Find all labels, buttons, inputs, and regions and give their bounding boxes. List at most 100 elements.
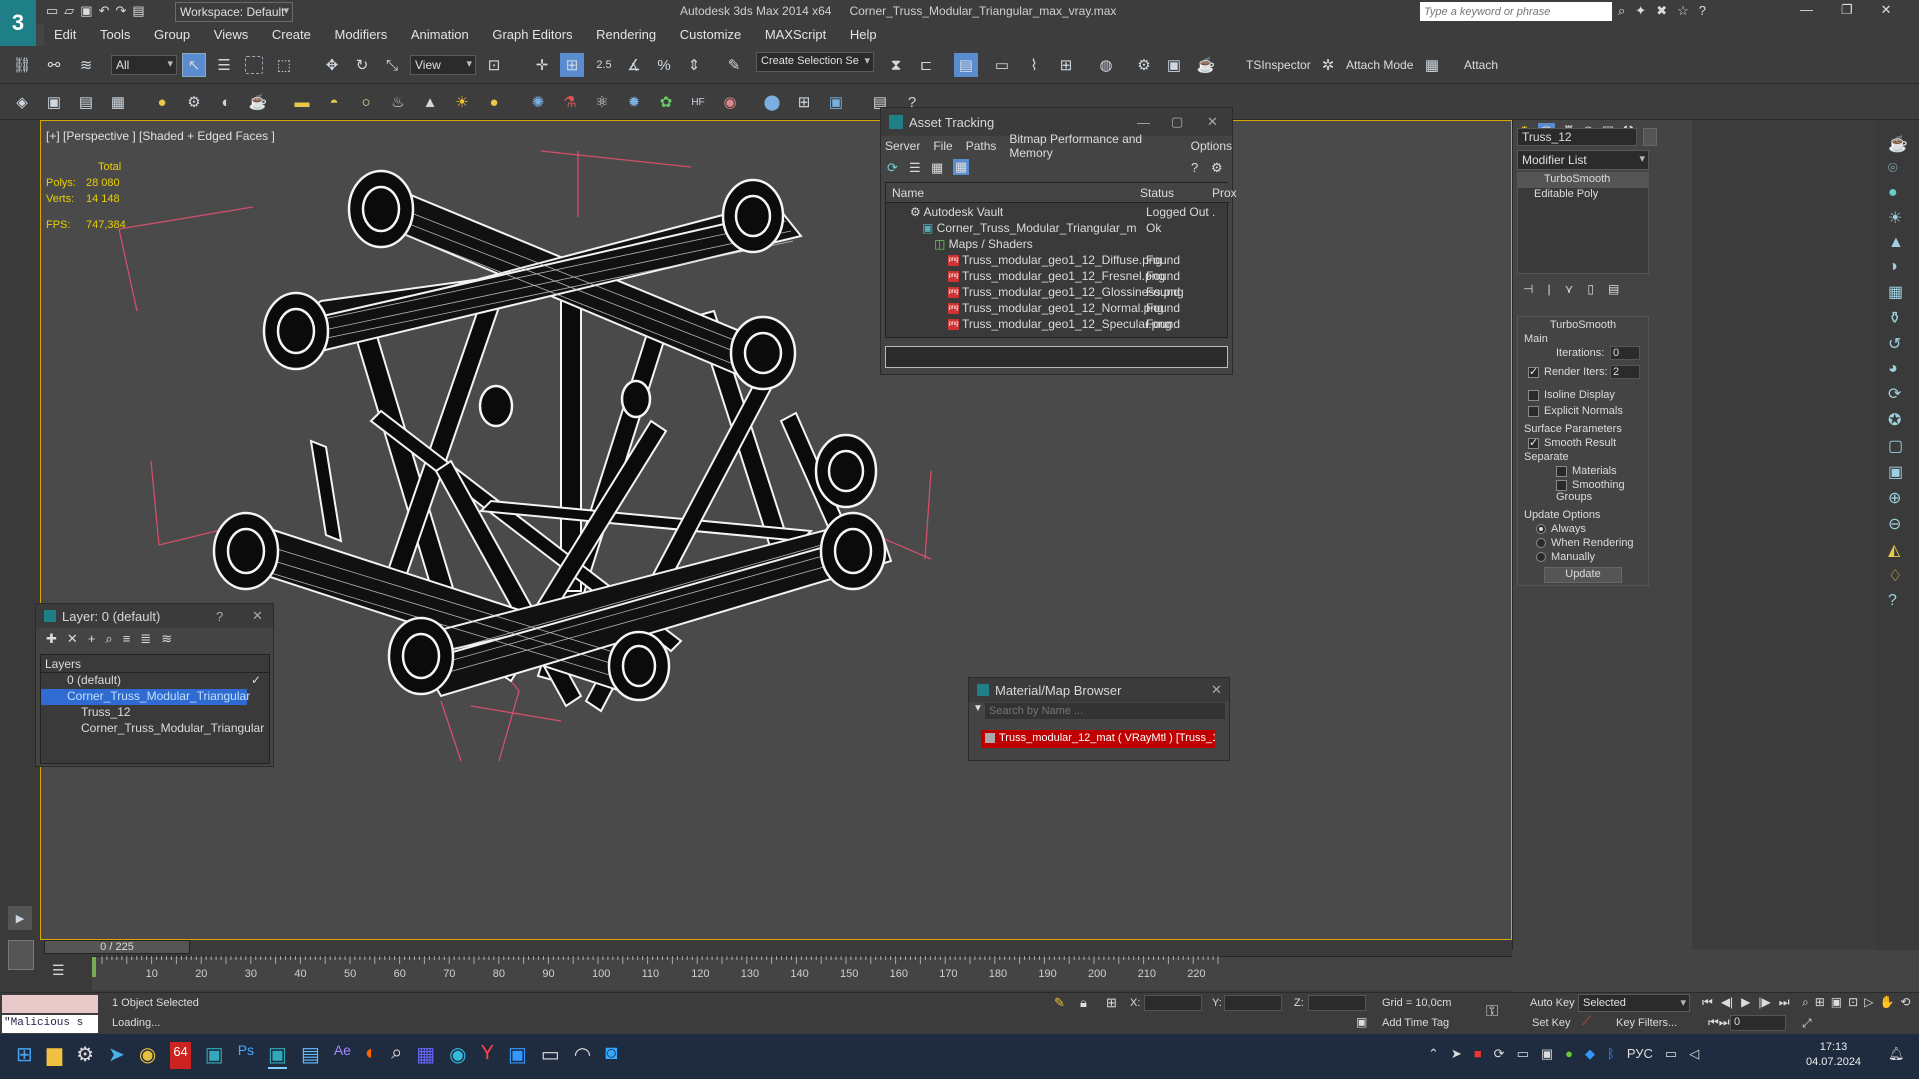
- menu-group[interactable]: Group: [144, 24, 200, 46]
- vray-mirror-icon[interactable]: ◑: [1888, 258, 1919, 276]
- chrome-icon[interactable]: ◉: [139, 1042, 156, 1069]
- configure-sets-icon[interactable]: ▤: [1608, 282, 1619, 296]
- iterations-spinner[interactable]: 0: [1610, 346, 1640, 360]
- absolute-mode-icon[interactable]: ⊞: [1106, 995, 1117, 1011]
- time-slider[interactable]: 0 / 225: [44, 940, 190, 954]
- app-64-icon[interactable]: 64: [170, 1042, 191, 1069]
- new-layer-icon[interactable]: ✚: [46, 631, 57, 652]
- vray-toon-icon[interactable]: ◉: [718, 90, 742, 114]
- manipulate-icon[interactable]: ✛: [530, 53, 554, 77]
- vray-frame-icon[interactable]: ▢: [1888, 436, 1919, 456]
- photoshop-icon[interactable]: Ps: [238, 1042, 254, 1069]
- restore-icon[interactable]: ❐: [1841, 2, 1853, 18]
- perspective-viewport[interactable]: [+] [Perspective ] [Shaded + Edged Faces…: [35, 107, 1512, 940]
- search-input[interactable]: [1420, 2, 1612, 21]
- vray-frame-buffer-icon[interactable]: ⬤: [760, 90, 784, 114]
- window-crossing-icon[interactable]: ⬚: [272, 53, 296, 77]
- layer-panel-titlebar[interactable]: Layer: 0 (default) ? ✕: [36, 604, 273, 628]
- close-icon[interactable]: ✕: [1207, 114, 1218, 130]
- always-radio[interactable]: [1536, 524, 1546, 535]
- archive-icon[interactable]: ▦: [416, 1042, 435, 1069]
- file-explorer-icon[interactable]: ▆: [47, 1042, 62, 1069]
- material-editor-icon[interactable]: ◍: [1094, 53, 1118, 77]
- vray-sky-icon[interactable]: ●: [482, 90, 506, 114]
- stack-item-editable-poly[interactable]: Editable Poly: [1518, 188, 1648, 203]
- edge-icon[interactable]: ◉: [449, 1042, 466, 1069]
- vray-displacement-icon[interactable]: ⚛: [590, 90, 614, 114]
- close-icon[interactable]: ✕: [252, 608, 263, 624]
- rect-selection-icon[interactable]: [242, 53, 266, 77]
- at-menu-paths[interactable]: Paths: [966, 139, 997, 153]
- layer-manager-icon[interactable]: ▤: [954, 53, 978, 77]
- at-menu-server[interactable]: Server: [885, 139, 920, 153]
- isoline-checkbox[interactable]: [1528, 389, 1539, 401]
- zoom-extents-icon[interactable]: ▣: [1831, 995, 1842, 1010]
- rotate-icon[interactable]: ↻: [350, 53, 374, 77]
- vray-hf-icon[interactable]: HF: [686, 90, 710, 114]
- windows-start-icon[interactable]: ⊞: [16, 1042, 33, 1069]
- tray-app-icon[interactable]: ■: [1474, 1046, 1482, 1062]
- material-browser-titlebar[interactable]: Material/Map Browser ✕: [969, 678, 1229, 702]
- maximize-icon[interactable]: ▢: [1171, 114, 1183, 130]
- undo-icon[interactable]: ↶: [99, 3, 110, 19]
- vray-sun-icon[interactable]: ☀: [1888, 208, 1919, 228]
- render-iters-checkbox[interactable]: [1528, 365, 1539, 378]
- vray-camera-icon[interactable]: ⌾: [1888, 160, 1919, 178]
- yandex-icon[interactable]: Y: [481, 1042, 494, 1069]
- pin-stack-icon[interactable]: ⊣: [1523, 282, 1533, 296]
- checker-icon[interactable]: ▦: [1420, 53, 1444, 77]
- maxscript-output[interactable]: "Malicious s: [2, 1015, 98, 1033]
- zoom-all-icon[interactable]: ⊞: [1815, 995, 1825, 1010]
- tray-nvidia-icon[interactable]: ●: [1565, 1046, 1573, 1062]
- vray-light-icon[interactable]: ●: [1888, 184, 1919, 202]
- tray-telegram-icon[interactable]: ➤: [1451, 1046, 1462, 1062]
- vray-dome-icon[interactable]: ◓: [322, 90, 346, 114]
- remove-modifier-icon[interactable]: ▯: [1587, 282, 1594, 296]
- exchange-icon[interactable]: ✖: [1656, 3, 1667, 19]
- current-frame-field[interactable]: 0: [1730, 1015, 1786, 1031]
- open-file-icon[interactable]: ▱: [64, 3, 74, 19]
- vray-grass-icon[interactable]: ✿: [654, 90, 678, 114]
- star-icon[interactable]: ☆: [1677, 3, 1689, 19]
- app-b-icon[interactable]: ▣: [508, 1042, 527, 1069]
- explicit-normals-checkbox[interactable]: [1528, 405, 1539, 417]
- sphere-icon[interactable]: ◐: [214, 90, 238, 114]
- select-link-icon[interactable]: ⛓: [10, 53, 34, 77]
- object-name-field[interactable]: Truss_12: [1517, 128, 1637, 146]
- new-file-icon[interactable]: ▭: [46, 3, 58, 19]
- curve-editor-icon[interactable]: ⌇: [1022, 53, 1046, 77]
- vray-cycle-icon[interactable]: ↺: [1888, 334, 1919, 354]
- tray-sync-icon[interactable]: ⟳: [1494, 1046, 1505, 1062]
- menu-modifiers[interactable]: Modifiers: [325, 24, 398, 46]
- vray-bulb-icon[interactable]: ✪: [1888, 410, 1919, 430]
- render-production-icon[interactable]: ☕: [1194, 53, 1218, 77]
- tray-bluetooth-icon[interactable]: ᛒ: [1607, 1046, 1615, 1062]
- help-icon[interactable]: ?: [216, 609, 223, 624]
- list-view-icon[interactable]: ☰: [909, 160, 921, 176]
- help-icon[interactable]: ?: [1191, 160, 1198, 175]
- calculator-icon[interactable]: ▦: [106, 90, 130, 114]
- add-time-tag[interactable]: Add Time Tag: [1382, 1017, 1449, 1029]
- menu-animation[interactable]: Animation: [401, 24, 479, 46]
- layer-item[interactable]: Truss_12: [41, 705, 269, 721]
- vray-candle-icon[interactable]: ♢: [1888, 566, 1919, 586]
- vray-rotate-icon[interactable]: ⟳: [1888, 384, 1919, 404]
- help-icon[interactable]: ?: [1699, 3, 1706, 19]
- isolate-icon[interactable]: ✎: [1054, 995, 1065, 1011]
- menu-edit[interactable]: Edit: [44, 24, 86, 46]
- asset-row[interactable]: png Truss_modular_geo1_12_Specular.png Fou…: [892, 317, 1232, 336]
- time-tag-icon[interactable]: ▣: [1356, 1015, 1367, 1029]
- keyboard-shortcut-icon[interactable]: ⊞: [560, 53, 584, 77]
- materials-checkbox[interactable]: [1556, 465, 1567, 477]
- col-status[interactable]: Status: [1140, 186, 1174, 200]
- schematic-view-icon[interactable]: ⊞: [1054, 53, 1078, 77]
- unlink-icon[interactable]: ⚯: [42, 53, 66, 77]
- truss-wireframe-model[interactable]: [41, 121, 1511, 939]
- vray-help-icon[interactable]: ?: [1888, 592, 1919, 610]
- bind-space-warp-icon[interactable]: ≋: [74, 53, 98, 77]
- material-item[interactable]: Truss_modular_12_mat ( VRayMtl ) [Truss_…: [981, 730, 1215, 748]
- vray-bottle-icon[interactable]: ⚱: [1888, 308, 1919, 328]
- redo-icon[interactable]: ↷: [116, 3, 127, 19]
- y-coordinate-field[interactable]: [1224, 995, 1282, 1011]
- play-icon[interactable]: ▶: [1741, 995, 1750, 1010]
